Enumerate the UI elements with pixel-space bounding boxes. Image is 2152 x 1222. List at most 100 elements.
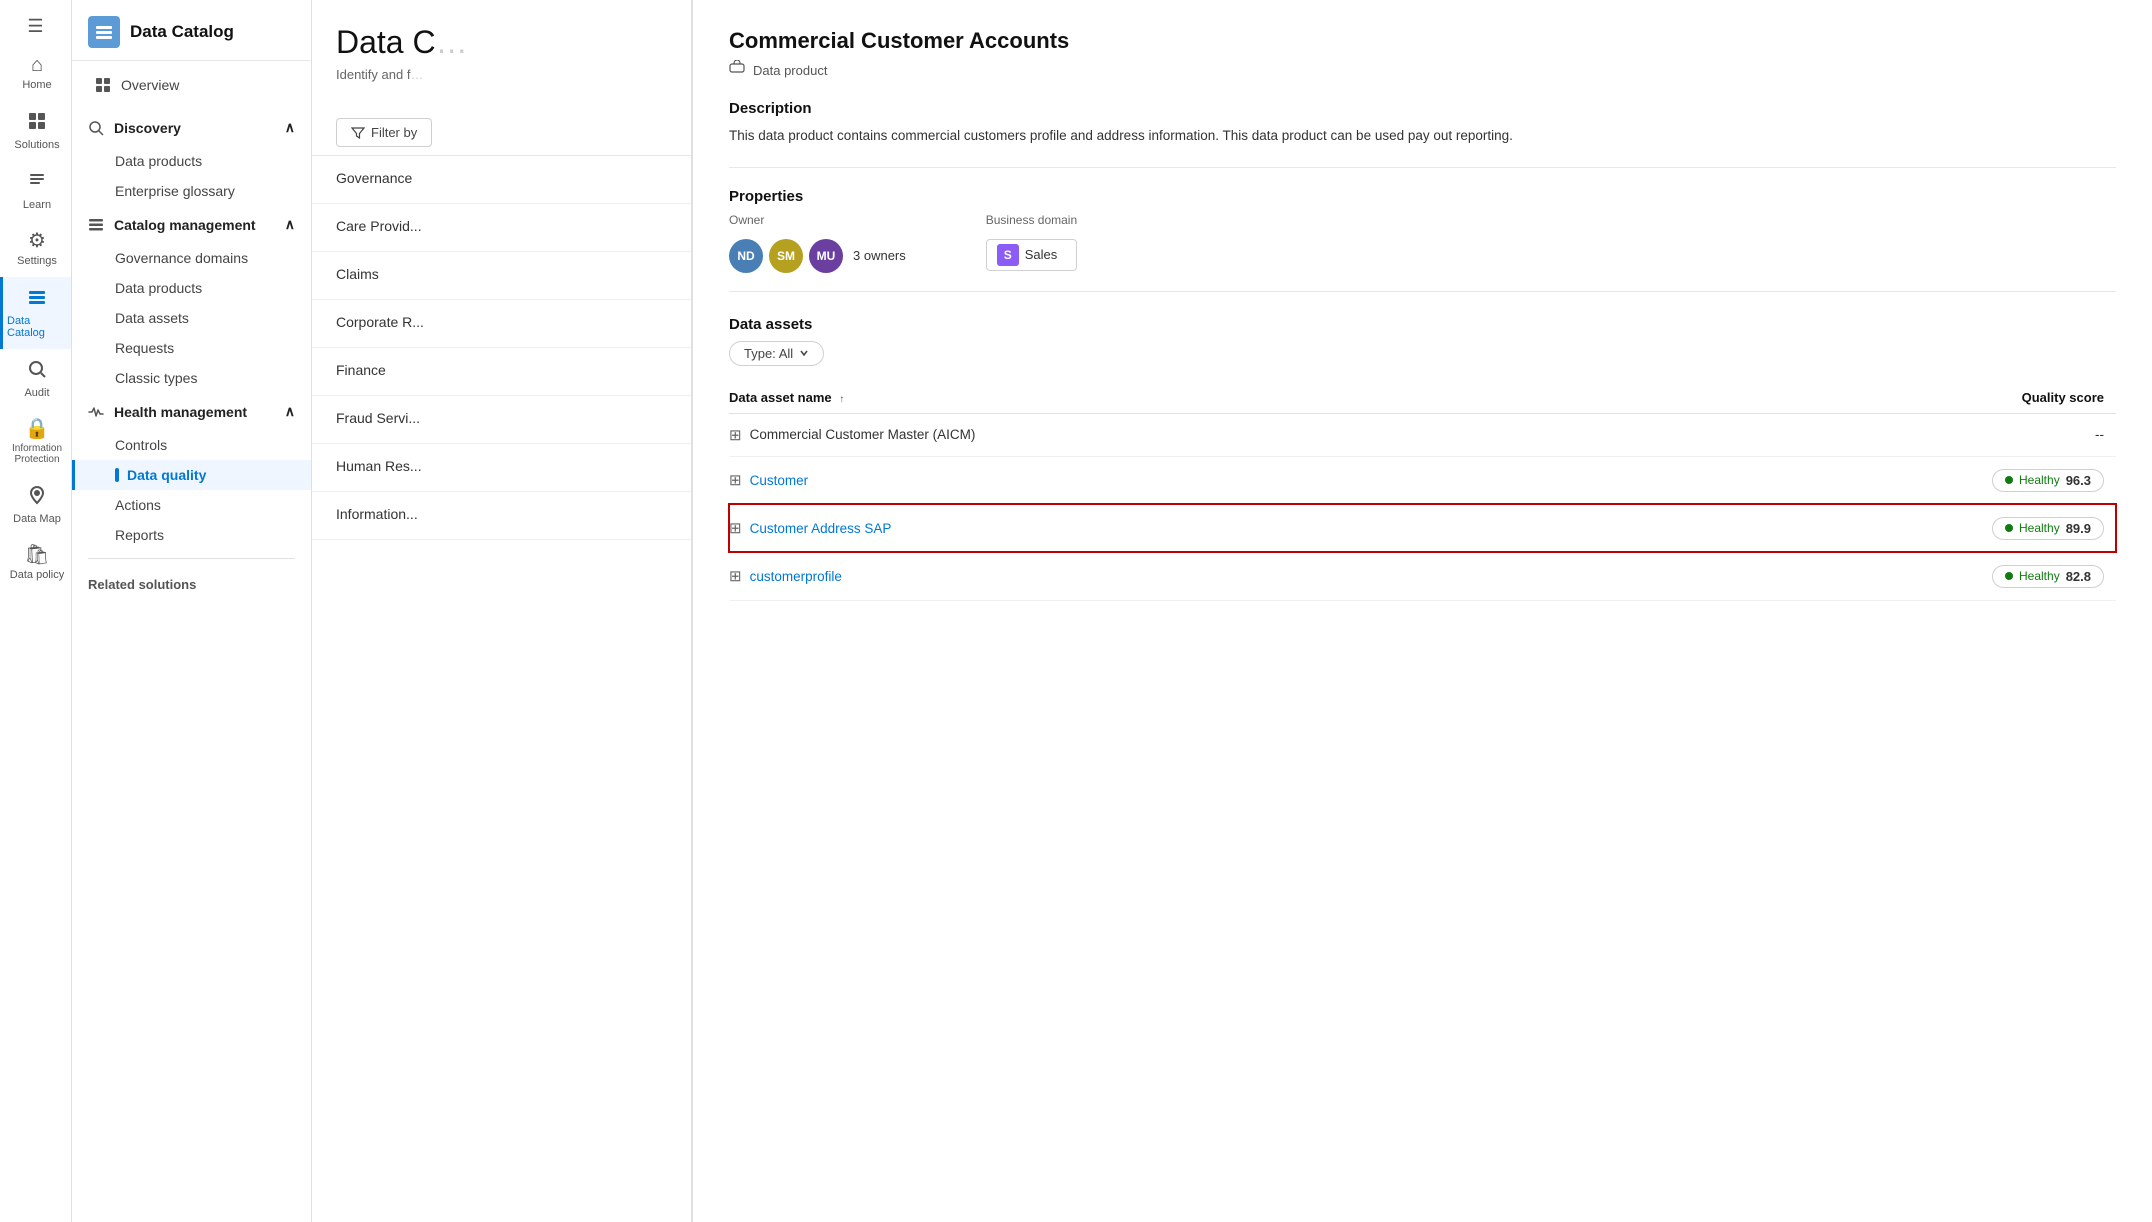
discovery-chevron: ∧ <box>285 119 295 136</box>
nav-label-learn: Learn <box>23 199 51 211</box>
nav-label-home: Home <box>22 79 51 91</box>
hamburger-menu[interactable]: ☰ <box>11 8 59 45</box>
sidebar-item-governance-domains[interactable]: Governance domains <box>72 243 311 273</box>
list-item-care-provider[interactable]: Care Provid... <box>312 204 691 252</box>
list-item-finance[interactable]: Finance <box>312 348 691 396</box>
sidebar-label-governance-domains: Governance domains <box>115 250 248 266</box>
filter-button[interactable]: Filter by <box>336 118 432 147</box>
asset-name-cell: ⊞ customerprofile <box>729 552 1666 600</box>
sidebar-item-enterprise-glossary[interactable]: Enterprise glossary <box>72 176 311 206</box>
catalog-chevron: ∧ <box>285 216 295 233</box>
sidebar-label-data-quality: Data quality <box>127 467 206 483</box>
table-row[interactable]: ⊞ customerprofile Healthy 82.8 <box>729 552 2116 600</box>
assets-divider <box>729 291 2116 292</box>
assets-table: Data asset name ↑ Quality score ⊞ <box>729 382 2116 601</box>
type-filter-button[interactable]: Type: All <box>729 341 824 366</box>
list-items: Governance Care Provid... Claims Corpora… <box>312 156 691 540</box>
data-assets-header: Data assets <box>729 316 2116 333</box>
col-name: Data asset name ↑ <box>729 382 1666 414</box>
owner-block: Owner ND SM MU 3 owners <box>729 213 906 273</box>
related-solutions-label: Related solutions <box>72 567 311 596</box>
sidebar-label-data-products-catalog: Data products <box>115 280 202 296</box>
sidebar-title: Data Catalog <box>130 22 234 42</box>
avatar-sm: SM <box>769 239 803 273</box>
sidebar-group-health-management[interactable]: Health management ∧ <box>72 393 311 430</box>
nav-item-settings[interactable]: ⚙ Settings <box>0 221 71 277</box>
filter-icon <box>351 126 365 140</box>
sidebar-item-overview[interactable]: Overview <box>72 69 311 101</box>
quality-score-cell: Healthy 82.8 <box>1666 552 2116 600</box>
asset-name-cell: ⊞ Customer <box>729 456 1666 504</box>
sidebar-group-catalog-management[interactable]: Catalog management ∧ <box>72 206 311 243</box>
table-row-selected[interactable]: ⊞ Customer Address SAP Healthy 89.9 <box>729 504 2116 552</box>
table-icon: ⊞ <box>729 519 742 537</box>
nav-item-audit[interactable]: Audit <box>0 349 71 409</box>
nav-item-data-policy[interactable]: 🛍 Data policy <box>0 535 71 591</box>
sidebar-label-classic-types: Classic types <box>115 370 197 386</box>
table-row[interactable]: ⊞ Commercial Customer Master (AICM) -- <box>729 413 2116 456</box>
sidebar-item-reports[interactable]: Reports <box>72 520 311 550</box>
discovery-icon <box>88 120 104 136</box>
owners-count: 3 owners <box>853 248 906 263</box>
list-item-governance[interactable]: Governance <box>312 156 691 204</box>
nav-item-solutions[interactable]: Solutions <box>0 101 71 161</box>
list-item-claims-name: Claims <box>336 266 667 282</box>
asset-link[interactable]: Customer <box>750 473 809 488</box>
nav-item-data-map[interactable]: Data Map <box>0 475 71 535</box>
nav-item-info-protection[interactable]: 🔒 Information Protection <box>0 409 71 475</box>
quality-score-cell: -- <box>1666 413 2116 456</box>
sidebar-label-data-assets: Data assets <box>115 310 189 326</box>
filter-label: Filter by <box>371 125 417 140</box>
sidebar-item-actions[interactable]: Actions <box>72 490 311 520</box>
business-domain-badge: S Sales <box>986 239 1077 271</box>
data-map-icon <box>27 485 47 509</box>
list-item-human-resources[interactable]: Human Res... <box>312 444 691 492</box>
business-domain-label: Business domain <box>986 213 1077 227</box>
list-item-information[interactable]: Information... <box>312 492 691 540</box>
quality-badge: Healthy 82.8 <box>1992 565 2104 588</box>
nav-item-home[interactable]: ⌂ Home <box>0 45 71 101</box>
nav-item-data-catalog[interactable]: Data Catalog <box>0 277 71 349</box>
quality-score-cell-selected: Healthy 89.9 <box>1666 504 2116 552</box>
list-item-corporate[interactable]: Corporate R... <box>312 300 691 348</box>
health-sub-items: Controls Data quality Actions Reports <box>72 430 311 550</box>
type-filter-label: Type: All <box>744 346 793 361</box>
list-item-fraud[interactable]: Fraud Servi... <box>312 396 691 444</box>
list-item-fraud-name: Fraud Servi... <box>336 410 667 426</box>
quality-healthy-label: Healthy <box>2019 473 2060 487</box>
sidebar-item-controls[interactable]: Controls <box>72 430 311 460</box>
data-product-icon <box>729 60 745 80</box>
quality-score-num-selected: 89.9 <box>2066 521 2091 536</box>
sidebar-item-requests[interactable]: Requests <box>72 333 311 363</box>
sidebar-item-data-quality[interactable]: Data quality <box>72 460 311 490</box>
asset-link[interactable]: customerprofile <box>750 569 842 584</box>
sidebar-item-data-assets[interactable]: Data assets <box>72 303 311 333</box>
health-group-left: Health management <box>88 404 247 420</box>
list-panel: Data C… Identify and f… Filter by Govern… <box>312 0 692 1222</box>
overview-icon <box>95 77 111 93</box>
sidebar-item-classic-types[interactable]: Classic types <box>72 363 311 393</box>
list-item-claims[interactable]: Claims <box>312 252 691 300</box>
sidebar-item-data-products-discovery[interactable]: Data products <box>72 146 311 176</box>
list-item-corporate-name: Corporate R... <box>336 314 667 330</box>
sidebar-group-discovery[interactable]: Discovery ∧ <box>72 109 311 146</box>
sort-icon[interactable]: ↑ <box>839 394 844 405</box>
data-catalog-icon <box>27 287 47 311</box>
nav-label-audit: Audit <box>24 387 49 399</box>
icon-nav: ☰ ⌂ Home Solutions Learn ⚙ Settings Data… <box>0 0 72 1222</box>
sidebar-label-actions: Actions <box>115 497 161 513</box>
discovery-group-left: Discovery <box>88 120 181 136</box>
sidebar-label-data-products-discovery: Data products <box>115 153 202 169</box>
filter-bar: Filter by <box>312 110 691 156</box>
main-area: Data C… Identify and f… Filter by Govern… <box>312 0 2152 1222</box>
sidebar-label-health-management: Health management <box>114 404 247 420</box>
sidebar-item-data-products-catalog[interactable]: Data products <box>72 273 311 303</box>
quality-score-cell: Healthy 96.3 <box>1666 456 2116 504</box>
asset-link-selected[interactable]: Customer Address SAP <box>750 521 892 536</box>
quality-badge: Healthy 96.3 <box>1992 469 2104 492</box>
nav-item-learn[interactable]: Learn <box>0 161 71 221</box>
avatar-mu: MU <box>809 239 843 273</box>
list-item-finance-name: Finance <box>336 362 667 378</box>
table-row[interactable]: ⊞ Customer Healthy 96.3 <box>729 456 2116 504</box>
sidebar-catalog-icon <box>88 16 120 48</box>
